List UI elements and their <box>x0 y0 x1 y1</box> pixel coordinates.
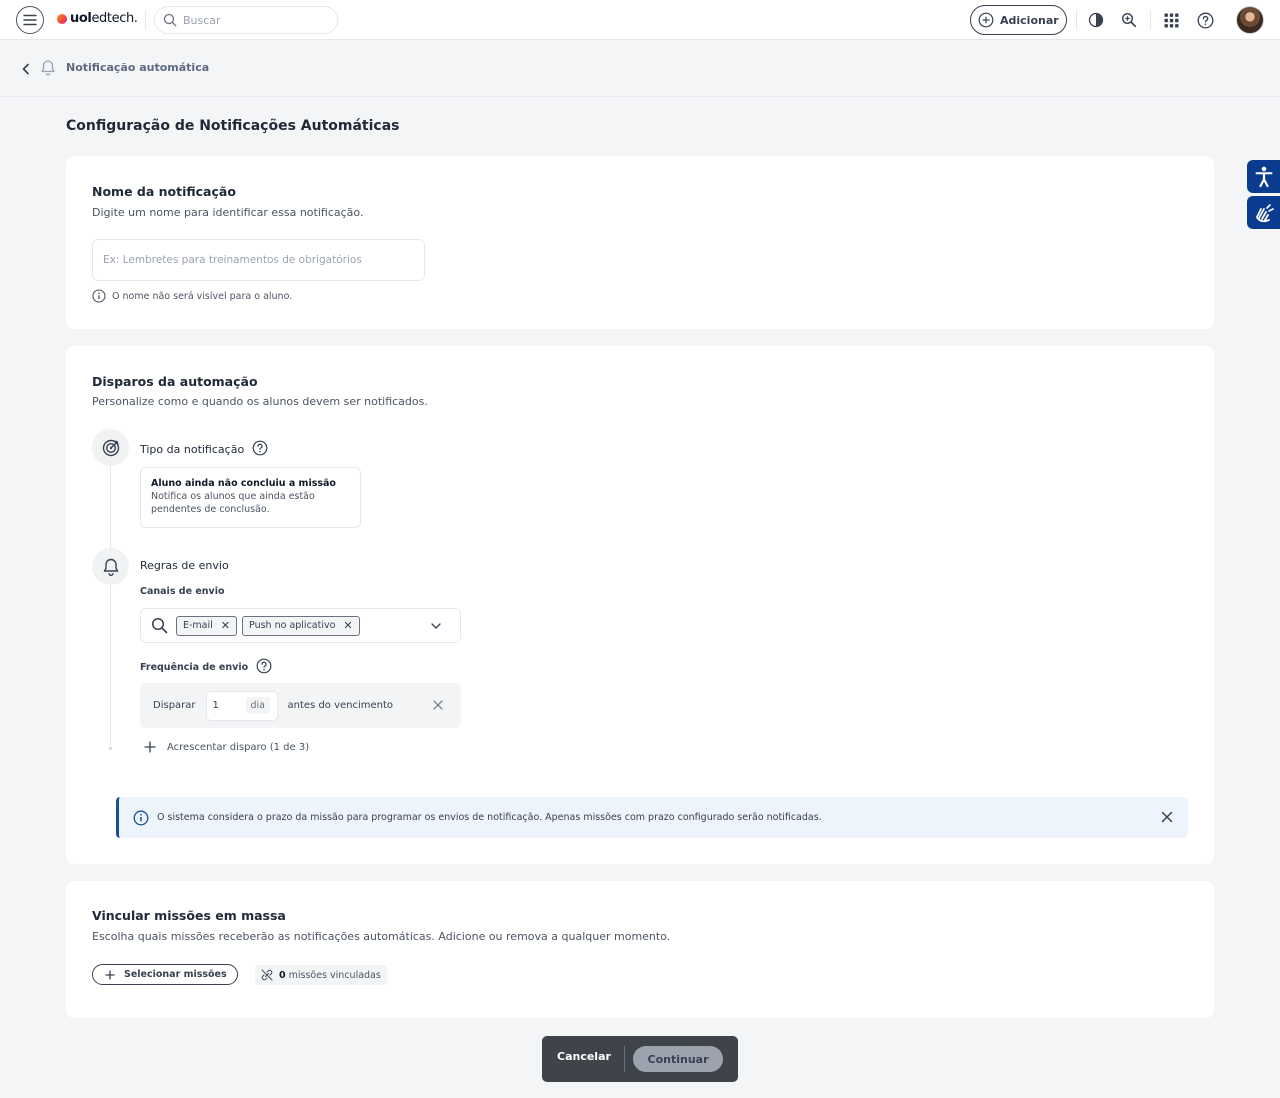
hamburger-icon <box>23 14 37 26</box>
breadcrumb-title: Notificação automática <box>66 61 210 74</box>
help-button[interactable] <box>256 658 272 677</box>
section-subtitle: Digite um nome para identificar essa not… <box>92 206 364 219</box>
channel-chip-email: E-mail ✕ <box>176 615 238 636</box>
chevron-left-icon <box>22 63 29 75</box>
divider <box>1076 10 1077 30</box>
notification-name-input[interactable] <box>92 239 425 281</box>
grid-apps-icon <box>1164 13 1178 27</box>
back-button[interactable] <box>19 61 33 75</box>
channel-chip-push: Push no aplicativo ✕ <box>242 615 360 636</box>
section-subtitle: Escolha quais missões receberão as notif… <box>92 930 671 943</box>
sign-language-icon <box>1255 203 1274 222</box>
zoom-in-icon <box>1121 12 1137 28</box>
sign-language-button[interactable] <box>1247 196 1280 229</box>
remove-trigger-icon[interactable] <box>431 698 445 712</box>
bulk-missions-card: Vincular missões em massa Escolha quais … <box>66 881 1214 1018</box>
plus-icon <box>144 741 156 753</box>
apps-button[interactable] <box>1161 10 1181 30</box>
name-hint: O nome não será visível para o aluno. <box>92 289 292 303</box>
channels-label: Canais de envio <box>140 586 225 597</box>
divider <box>1150 10 1151 30</box>
cancel-button[interactable]: Cancelar <box>557 1050 611 1063</box>
info-icon <box>92 289 106 303</box>
info-icon <box>133 810 149 825</box>
menu-button[interactable] <box>16 6 44 34</box>
help-circle-icon <box>1197 12 1213 28</box>
plus-icon <box>105 969 115 980</box>
sending-rules-step <box>92 548 129 585</box>
help-button[interactable] <box>252 440 268 459</box>
remove-chip-icon[interactable]: ✕ <box>221 619 230 632</box>
notification-type-option[interactable]: Aluno ainda não concluiu a missão Notifi… <box>140 467 361 528</box>
days-unit: dia <box>245 697 271 714</box>
divider <box>624 1046 625 1072</box>
deadline-info-banner: O sistema considera o prazo da missão pa… <box>116 797 1188 838</box>
days-stepper[interactable]: dia <box>205 690 278 721</box>
section-title: Nome da notificação <box>92 184 236 199</box>
continue-button[interactable]: Continuar <box>633 1046 723 1072</box>
step-label-type: Tipo da notificação <box>140 440 268 459</box>
top-bar: uoledtech. Adicionar <box>0 0 1280 40</box>
select-missions-button[interactable]: Selecionar missões <box>92 964 238 985</box>
timeline-line <box>110 446 111 746</box>
search-icon <box>163 13 177 27</box>
notification-name-card: Nome da notificação Digite um nome para … <box>66 156 1214 329</box>
help-button[interactable] <box>1195 10 1215 30</box>
user-avatar[interactable] <box>1236 6 1264 34</box>
timeline-end-dot <box>109 747 112 750</box>
page-title: Configuração de Notificações Automáticas <box>66 118 400 134</box>
close-icon[interactable] <box>1160 810 1174 824</box>
bell-icon <box>40 59 56 77</box>
remove-chip-icon[interactable]: ✕ <box>343 619 352 632</box>
plus-circle-icon <box>978 12 994 28</box>
zoom-button[interactable] <box>1119 10 1139 30</box>
channels-select[interactable]: E-mail ✕ Push no aplicativo ✕ <box>140 608 461 643</box>
target-icon <box>102 439 119 456</box>
accessibility-button[interactable] <box>1247 160 1280 193</box>
section-title: Disparos da automação <box>92 374 258 389</box>
bell-icon <box>103 558 118 576</box>
linked-missions-count: 0 missões vinculadas <box>255 965 387 985</box>
section-title: Vincular missões em massa <box>92 908 286 923</box>
days-input[interactable] <box>212 700 245 711</box>
search-icon <box>151 617 168 634</box>
search-box[interactable] <box>154 6 338 34</box>
add-button[interactable]: Adicionar <box>970 5 1067 35</box>
accessibility-icon <box>1255 166 1272 187</box>
chevron-down-icon[interactable] <box>430 621 442 631</box>
breadcrumb: Notificação automática <box>0 40 1280 97</box>
uol-edtech-logo[interactable]: uol edtech. <box>57 11 138 26</box>
step-label-rules: Regras de envio <box>140 559 229 572</box>
logo-mark-icon <box>57 13 67 24</box>
help-circle-icon <box>256 658 272 674</box>
section-subtitle: Personalize como e quando os alunos deve… <box>92 395 428 408</box>
footer-action-bar: Cancelar Continuar <box>542 1036 738 1082</box>
contrast-button[interactable] <box>1086 10 1106 30</box>
frequency-label: Frequência de envio <box>140 658 272 677</box>
contrast-icon <box>1088 12 1104 28</box>
unlink-icon <box>261 969 273 981</box>
help-circle-icon <box>252 440 268 456</box>
notification-type-step <box>92 429 129 466</box>
frequency-row: Disparar dia antes do vencimento <box>140 683 461 728</box>
search-input[interactable] <box>183 13 323 27</box>
divider <box>145 10 146 30</box>
add-trigger-button[interactable]: Acrescentar disparo (1 de 3) <box>144 741 309 753</box>
automation-triggers-card: Disparos da automação Personalize como e… <box>66 346 1214 864</box>
